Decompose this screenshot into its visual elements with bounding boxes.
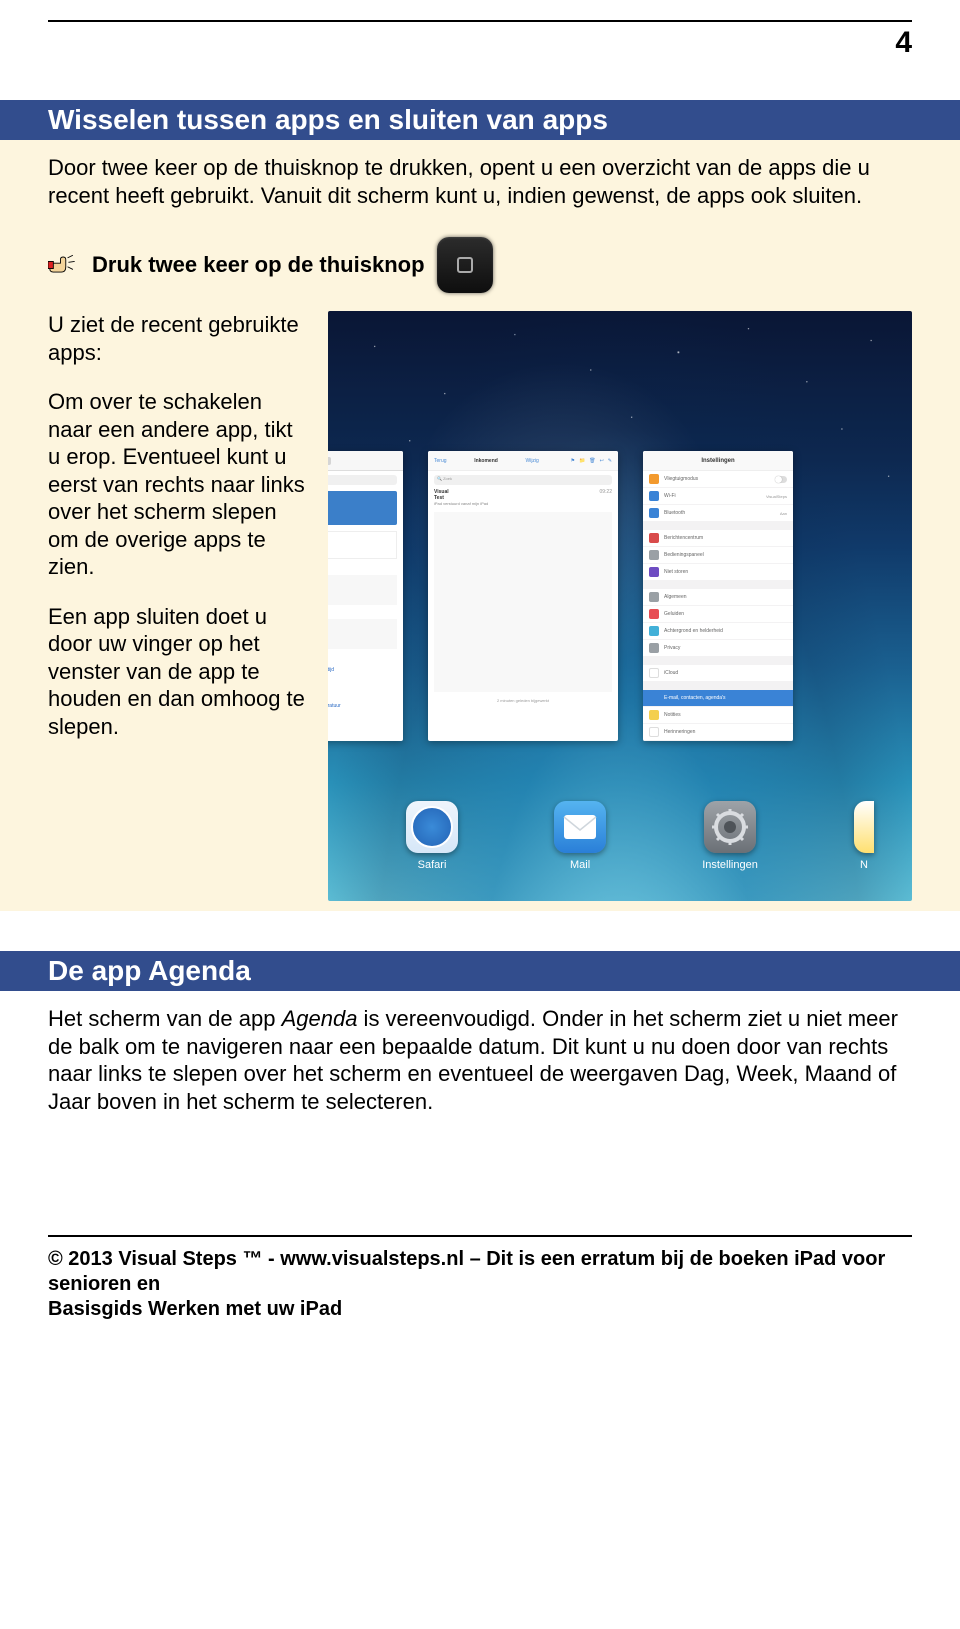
settings-row: Algemeen: [643, 589, 793, 606]
pointing-hand-icon: [48, 254, 80, 276]
settings-row: Vliegtuigmodus: [643, 471, 793, 488]
settings-row: Bedieningspaneel: [643, 547, 793, 564]
settings-title: Instellingen: [643, 451, 793, 471]
left-p1: U ziet de recent gebruikte apps:: [48, 311, 310, 366]
card-mail: Terug Inkomend Wijzig ⚑📁🗑↩✎ 🔍 Zoek Visua…: [428, 451, 618, 741]
settings-row: Geluiden: [643, 606, 793, 623]
safari-icon: [406, 801, 458, 853]
mail-back: Terug: [434, 458, 447, 464]
dock-safari: Safari: [406, 801, 458, 871]
dock-mail: Mail: [554, 801, 606, 871]
top-rule: [48, 20, 912, 22]
dock-label-safari: Safari: [406, 859, 458, 871]
dock-settings: Instellingen: [702, 801, 758, 871]
mail-time: 09:22: [599, 489, 612, 495]
page-number: 4: [0, 26, 912, 60]
left-p2: Om over te schakelen naar een andere app…: [48, 388, 310, 581]
dock-label-notes: N: [854, 859, 874, 871]
mail-title: Inkomend: [474, 458, 498, 464]
section1-title: Wisselen tussen apps en sluiten van apps: [0, 100, 960, 140]
safari-link-0: jsvergelijk ...: [328, 655, 397, 661]
card-settings: Instellingen VliegtuigmodusWi-FiVisualSt…: [643, 451, 793, 741]
gear-icon: [704, 801, 756, 853]
s2-before: Het scherm van de app: [48, 1006, 282, 1031]
safari-link-2: w Sterd (1): [328, 679, 397, 685]
dock: Safari Mail Instellingen N: [328, 801, 912, 871]
settings-row: BluetoothAan: [643, 505, 793, 522]
footer: © 2013 Visual Steps ™ - www.visualsteps.…: [48, 1247, 912, 1322]
action-instruction: Druk twee keer op de thuisknop: [48, 237, 912, 293]
settings-row: iCloud: [643, 665, 793, 682]
section2-title: De app Agenda: [0, 951, 960, 991]
left-p3: Een app sluiten doet u door uw vinger op…: [48, 603, 310, 741]
left-text-column: U ziet de recent gebruikte apps: Om over…: [48, 311, 310, 762]
settings-row: Achtergrond en helderheid: [643, 623, 793, 640]
dock-label-settings: Instellingen: [702, 859, 758, 871]
settings-row: Notities: [643, 707, 793, 724]
dock-notes: N: [854, 801, 874, 871]
settings-row: Wi-FiVisualSteps: [643, 488, 793, 505]
mail-icon: [554, 801, 606, 853]
s2-italic: Agenda: [282, 1006, 358, 1031]
action-text: Druk twee keer op de thuisknop: [92, 252, 425, 278]
settings-row: Berichtencentrum: [643, 530, 793, 547]
footer-l1: © 2013 Visual Steps ™ - www.visualsteps.…: [48, 1248, 885, 1295]
app-switcher-cards: Inloggen Advertentie Heliceptor jsvergel…: [328, 451, 912, 741]
footer-l2: Basisgids Werken met uw iPad: [48, 1298, 342, 1320]
settings-row: E-mail, contacten, agenda's: [643, 690, 793, 707]
card-safari: Inloggen Advertentie Heliceptor jsvergel…: [328, 451, 403, 741]
section2-para: Het scherm van de app Agenda is vereenvo…: [48, 1005, 912, 1115]
mail-footer: 2 minuten geleden bijgewerkt: [428, 698, 618, 703]
safari-ad-label: Advertentie: [328, 565, 397, 571]
safari-link-1: vt-Box-shop, nl altijd: [328, 667, 397, 673]
home-button-icon: [437, 237, 493, 293]
safari-link-4: novex, foto- apparatuur: [328, 703, 397, 709]
ipad-screenshot: Inloggen Advertentie Heliceptor jsvergel…: [328, 311, 912, 901]
mail-edit: Wijzig: [525, 458, 538, 464]
safari-link-3: en: [328, 691, 397, 697]
dock-label-mail: Mail: [554, 859, 606, 871]
settings-row: Privacy: [643, 640, 793, 657]
bottom-rule: [48, 1235, 912, 1237]
notes-icon: [854, 801, 874, 853]
settings-row: Herinneringen: [643, 724, 793, 741]
section1-intro: Door twee keer op de thuisknop te drukke…: [48, 154, 912, 209]
settings-row: Niet storen: [643, 564, 793, 581]
mail-preview: iPad verstuurd vanaf mijn iPad: [434, 501, 612, 506]
mail-search: Zoek: [443, 476, 452, 481]
